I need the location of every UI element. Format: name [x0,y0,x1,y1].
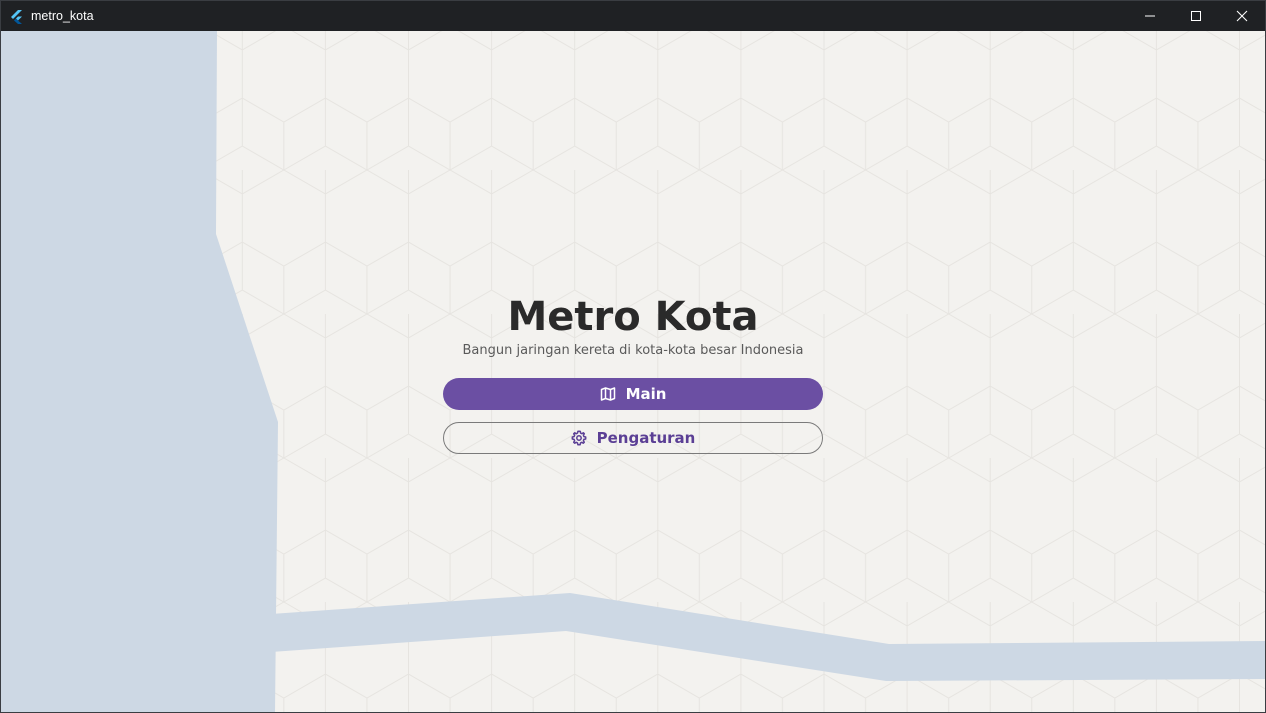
minimize-icon [1145,15,1155,17]
map-canvas[interactable]: Metro Kota Bangun jaringan kereta di kot… [1,31,1265,712]
window-controls [1127,1,1265,31]
close-button[interactable] [1219,1,1265,31]
settings-button[interactable]: Pengaturan [443,422,823,454]
title-bar[interactable]: metro_kota [1,1,1265,31]
map-icon [600,386,616,402]
play-button-label: Main [625,385,667,403]
window-title: metro_kota [31,9,94,23]
gear-icon [571,430,587,446]
flutter-logo-icon [10,9,24,24]
maximize-button[interactable] [1173,1,1219,31]
play-button[interactable]: Main [443,378,823,410]
maximize-icon [1191,11,1201,21]
game-subtitle: Bangun jaringan kereta di kota-kota besa… [462,343,804,358]
game-title: Metro Kota [507,294,759,340]
close-icon [1236,10,1248,22]
main-menu: Metro Kota Bangun jaringan kereta di kot… [443,293,823,454]
settings-button-label: Pengaturan [596,429,696,447]
app-window: metro_kota Metro Kota Bangun jaringan ke… [0,0,1266,713]
minimize-button[interactable] [1127,1,1173,31]
